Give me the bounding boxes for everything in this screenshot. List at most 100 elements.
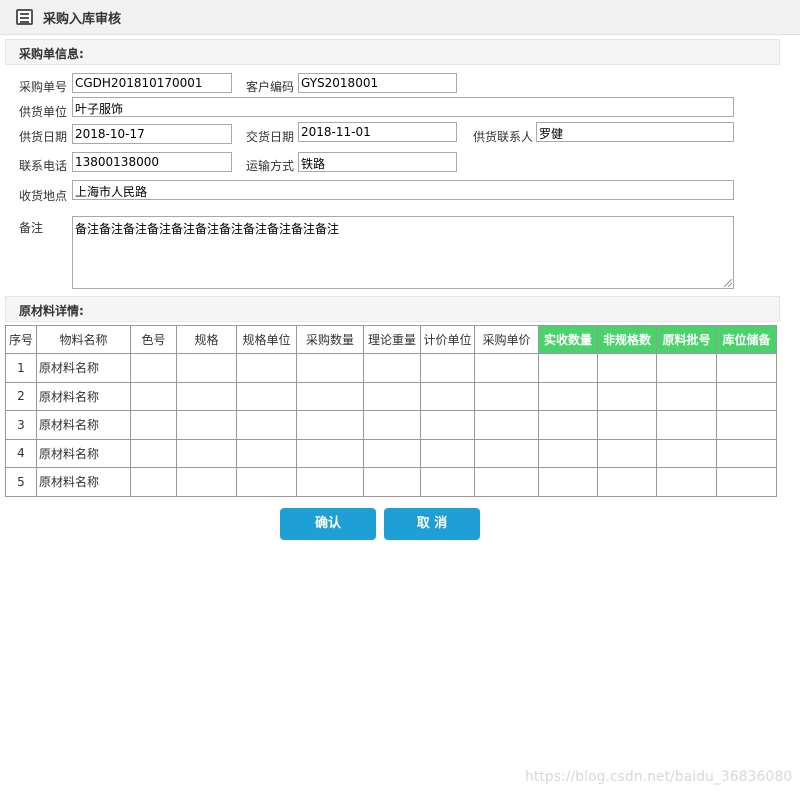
table-cell[interactable] [363, 381, 421, 411]
table-cell[interactable] [656, 410, 717, 440]
table-cell[interactable] [597, 467, 657, 497]
remark-textarea[interactable]: 备注备注备注备注备注备注备注备注备注备注备注 [72, 216, 734, 289]
table-cell[interactable] [363, 353, 421, 383]
transport-input[interactable]: 铁路 [298, 152, 457, 172]
table-cell[interactable] [130, 438, 177, 468]
table-cell[interactable] [474, 438, 539, 468]
table-row: 4 原材料名称 [5, 438, 777, 468]
table-cell[interactable] [236, 381, 297, 411]
table-cell[interactable] [716, 467, 777, 497]
table-cell[interactable] [420, 410, 475, 440]
table-cell[interactable] [420, 353, 475, 383]
remark-text: 备注备注备注备注备注备注备注备注备注备注备注 [75, 222, 340, 236]
table-cell[interactable] [538, 467, 598, 497]
table-cell[interactable] [130, 467, 177, 497]
table-cell[interactable] [363, 410, 421, 440]
material-name-cell[interactable]: 原材料名称 [36, 438, 131, 468]
table-cell[interactable] [176, 438, 237, 468]
watermark: https://blog.csdn.net/baidu_36836080 [525, 769, 793, 785]
table-cell[interactable] [716, 410, 777, 440]
table-cell[interactable] [597, 438, 657, 468]
table-cell[interactable] [656, 381, 717, 411]
supply-date-input[interactable]: 2018-10-17 [72, 124, 232, 144]
table-cell[interactable] [716, 353, 777, 383]
table-cell[interactable] [420, 438, 475, 468]
table-cell[interactable] [474, 467, 539, 497]
table-row: 5 原材料名称 [5, 467, 777, 497]
table-cell[interactable] [176, 410, 237, 440]
table-cell[interactable] [236, 467, 297, 497]
supply-date-label: 供货日期 [19, 130, 68, 144]
contact-input[interactable]: 罗健 [536, 122, 734, 142]
row-number: 5 [5, 467, 37, 497]
row-number: 4 [5, 438, 37, 468]
table-cell[interactable] [716, 381, 777, 411]
delivery-date-input[interactable]: 2018-11-01 [298, 122, 457, 142]
table-cell[interactable] [130, 353, 177, 383]
order-info-section-title: 采购单信息: [19, 47, 84, 61]
page-header: 采购入库审核 [0, 0, 800, 35]
address-input[interactable]: 上海市人民路 [72, 180, 734, 200]
material-name-cell[interactable]: 原材料名称 [36, 410, 131, 440]
table-cell[interactable] [236, 410, 297, 440]
table-cell[interactable] [176, 467, 237, 497]
table-cell[interactable] [296, 410, 364, 440]
table-cell[interactable] [597, 381, 657, 411]
material-name-cell[interactable]: 原材料名称 [36, 353, 131, 383]
table-cell[interactable] [296, 381, 364, 411]
table-cell[interactable] [656, 438, 717, 468]
order-info-section-header: 采购单信息: [5, 39, 780, 65]
column-header: 序号 [5, 325, 37, 354]
phone-input[interactable]: 13800138000 [72, 152, 232, 172]
table-cell[interactable] [236, 438, 297, 468]
customer-code-input[interactable]: GYS2018001 [298, 73, 457, 93]
material-name-cell[interactable]: 原材料名称 [36, 381, 131, 411]
table-cell[interactable] [597, 353, 657, 383]
column-header: 实收数量 [538, 325, 598, 354]
cancel-button[interactable]: 取 消 [384, 508, 480, 540]
table-cell[interactable] [296, 438, 364, 468]
table-cell[interactable] [656, 353, 717, 383]
table-cell[interactable] [363, 467, 421, 497]
table-cell[interactable] [130, 381, 177, 411]
table-cell[interactable] [420, 381, 475, 411]
table-cell[interactable] [474, 353, 539, 383]
material-name-cell[interactable]: 原材料名称 [36, 467, 131, 497]
column-header: 原料批号 [656, 325, 717, 354]
row-number: 1 [5, 353, 37, 383]
supplier-label: 供货单位 [19, 105, 68, 119]
material-section-header: 原材料详情: [5, 296, 780, 322]
page-title: 采购入库审核 [43, 12, 122, 27]
order-no-input[interactable]: CGDH201810170001 [72, 73, 232, 93]
table-cell[interactable] [420, 467, 475, 497]
table-cell[interactable] [236, 353, 297, 383]
table-cell[interactable] [474, 381, 539, 411]
table-cell[interactable] [296, 467, 364, 497]
table-cell[interactable] [474, 410, 539, 440]
column-header: 色号 [130, 325, 177, 354]
resize-grip-icon[interactable] [724, 279, 732, 287]
column-header: 规格单位 [236, 325, 297, 354]
column-header: 库位储备 [716, 325, 777, 354]
table-cell[interactable] [538, 438, 598, 468]
table-cell[interactable] [597, 410, 657, 440]
table-row: 3 原材料名称 [5, 410, 777, 440]
transport-label: 运输方式 [246, 159, 295, 173]
table-cell[interactable] [296, 353, 364, 383]
table-cell[interactable] [538, 410, 598, 440]
table-cell[interactable] [130, 410, 177, 440]
delivery-date-label: 交货日期 [246, 130, 295, 144]
supplier-input[interactable]: 叶子服饰 [72, 97, 734, 117]
table-cell[interactable] [656, 467, 717, 497]
table-cell[interactable] [538, 381, 598, 411]
row-number: 2 [5, 381, 37, 411]
table-cell[interactable] [176, 381, 237, 411]
table-cell[interactable] [363, 438, 421, 468]
column-header: 采购单价 [474, 325, 539, 354]
list-icon [16, 9, 33, 25]
table-cell[interactable] [716, 438, 777, 468]
confirm-button[interactable]: 确认 [280, 508, 376, 540]
table-header-row: 序号 物料名称 色号 规格 规格单位 采购数量 理论重量 计价单位 采购单价 实… [5, 325, 777, 354]
table-cell[interactable] [176, 353, 237, 383]
table-cell[interactable] [538, 353, 598, 383]
